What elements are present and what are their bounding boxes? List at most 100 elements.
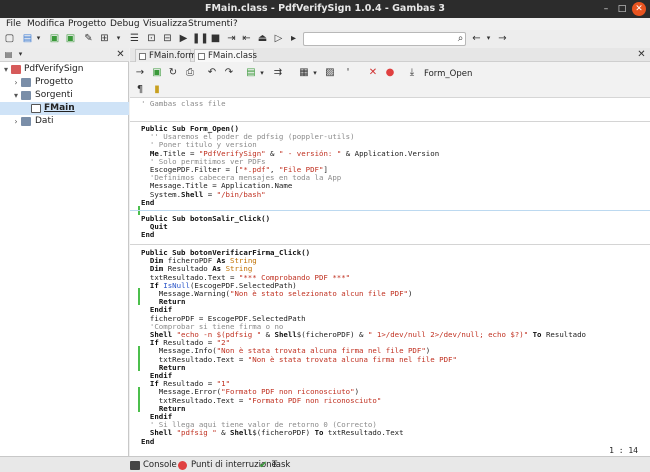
code-line: Quit [149, 222, 168, 232]
tree-item-label: Progetto [35, 77, 74, 87]
code-line: Public Sub botonSalir_Click() [141, 214, 271, 223]
search-input[interactable] [303, 32, 466, 46]
tree-item-progetto[interactable]: › Progetto [0, 76, 129, 89]
dropdown-icon[interactable]: ▾ [14, 48, 27, 61]
form-open-label[interactable]: Form_Open [424, 68, 472, 80]
step-icon[interactable]: ⇥ [225, 32, 238, 45]
chevron-right-icon[interactable]: › [12, 76, 20, 89]
task-tab[interactable]: ✔ Task [259, 460, 290, 471]
dropdown-icon[interactable]: ▾ [32, 32, 45, 45]
code-line: ' Gambas class file [141, 99, 226, 108]
chevron-down-icon[interactable]: ▾ [12, 89, 20, 102]
current-line-highlight [130, 210, 650, 211]
console-tab[interactable]: Console [130, 460, 177, 471]
code-line: End [141, 197, 155, 207]
step-forward-icon[interactable]: ▸ [287, 32, 300, 45]
console-label: Console [143, 460, 177, 470]
stop-icon[interactable]: ■ [209, 32, 222, 45]
step-into-icon[interactable]: ⇤ [240, 32, 253, 45]
menu-help[interactable]: ? [233, 18, 238, 30]
code-line: Shell "pdfsig " & Shell$(ficheroPDF) To … [149, 428, 404, 438]
code-line: Return [158, 403, 186, 413]
save-all-icon[interactable]: ▣ [64, 32, 77, 45]
task-label: Task [272, 460, 291, 470]
properties-icon[interactable]: ☰ [128, 32, 141, 45]
code-line: Message.Warning("Non è stato selezionato… [141, 289, 413, 298]
indent-icon[interactable]: ⇉ [272, 67, 284, 79]
code-line: Return [158, 362, 186, 372]
compile-icon[interactable]: ⊞ [98, 32, 111, 45]
close-tab-icon[interactable]: ✕ [635, 48, 648, 61]
breakpoint-icon[interactable]: ● [384, 67, 396, 79]
procedure-separator [130, 244, 650, 245]
dropdown-icon[interactable]: ▾ [112, 32, 125, 45]
search-icon[interactable]: ⌕ [454, 32, 467, 45]
maximize-icon[interactable]: □ [615, 2, 629, 16]
code-line: txtResultado.Text = "Non è stata trovata… [141, 354, 457, 364]
print-icon[interactable]: ⎙ [184, 67, 196, 79]
modified-line-marker [138, 346, 140, 371]
tab-fmain-form[interactable]: FMain.form [135, 49, 197, 62]
console-icon [130, 461, 140, 470]
pause-icon[interactable]: ❚❚ [192, 32, 209, 45]
project-panel-header: ▤ ▾ ✕ [0, 48, 129, 62]
chevron-right-icon[interactable]: › [12, 115, 20, 128]
cursor-position: 1 : 14 [609, 446, 638, 455]
class-icon [198, 53, 205, 60]
close-panel-icon[interactable]: ✕ [114, 48, 127, 61]
new-file-icon[interactable]: ▢ [3, 32, 16, 45]
modified-line-marker [138, 288, 140, 305]
tree-item-root[interactable]: ▾ PdfVerifySign [0, 63, 129, 76]
breakpoint-icon [178, 461, 187, 470]
color-icon[interactable]: ▨ [324, 67, 336, 79]
run-icon[interactable]: ▶ [177, 32, 190, 45]
tree-item-label: Dati [35, 116, 54, 126]
close-icon[interactable]: ✕ [632, 2, 646, 16]
tree-item-label: PdfVerifySign [24, 64, 84, 74]
reload-icon[interactable]: ↻ [167, 67, 179, 79]
menu-bar: File Modifica Progetto Debug Visualizza … [0, 18, 650, 30]
code-line: End [141, 230, 155, 240]
redo-icon[interactable]: ↷ [223, 67, 235, 79]
menu-file[interactable]: File [6, 18, 21, 30]
goto-event-icon[interactable]: ⤓ [406, 67, 418, 79]
tree-item-dati[interactable]: › Dati [0, 115, 129, 128]
code-line: System.Shell = "/bin/bash" [141, 189, 266, 199]
menu-strumenti[interactable]: Strumenti [188, 18, 233, 30]
menu-visualizza[interactable]: Visualizza [143, 18, 187, 30]
arrow-right-icon[interactable]: → [134, 67, 146, 79]
undo-icon[interactable]: ↶ [206, 67, 218, 79]
dropdown-icon[interactable]: ▾ [256, 67, 268, 79]
checkmark-icon: ✔ [259, 460, 268, 471]
procedure-separator [130, 121, 650, 122]
forward-arrow-icon[interactable]: → [496, 32, 509, 45]
compile-all-icon[interactable]: ⊡ [145, 32, 158, 45]
editor-toolbar: → ▣ ↻ ⎙ ↶ ↷ ▤ ▾ ⇉ ▦ ▾ ▨ ' ✕ ● ⤓ Form_Ope… [130, 62, 650, 98]
dropdown-icon[interactable]: ▾ [482, 32, 495, 45]
code-line: End [141, 436, 155, 446]
edit-icon[interactable]: ✎ [82, 32, 95, 45]
tree-item-sorgenti[interactable]: ▾ Sorgenti [0, 89, 129, 102]
lock-icon[interactable]: ▮ [151, 84, 163, 96]
make-icon[interactable]: ⊟ [161, 32, 174, 45]
menu-debug[interactable]: Debug [110, 18, 140, 30]
forward-icon[interactable]: ▷ [272, 32, 285, 45]
save-icon[interactable]: ▣ [48, 32, 61, 45]
dropdown-icon[interactable]: ▾ [309, 67, 321, 79]
tree-item-fmain[interactable]: FMain [0, 102, 129, 115]
chevron-down-icon[interactable]: ▾ [2, 63, 10, 76]
menu-progetto[interactable]: Progetto [68, 18, 106, 30]
tree-item-label: FMain [44, 103, 75, 113]
code-editor[interactable]: ' Gambas class file Public Sub Form_Open… [130, 98, 650, 456]
pilcrow-icon[interactable]: ¶ [134, 84, 146, 96]
menu-modifica[interactable]: Modifica [27, 18, 65, 30]
eject-icon[interactable]: ⏏ [256, 32, 269, 45]
uncomment-icon[interactable]: ✕ [367, 67, 379, 79]
minimize-icon[interactable]: – [599, 2, 613, 16]
comment-icon[interactable]: ' [342, 67, 354, 79]
tab-fmain-class[interactable]: FMain.class [194, 49, 257, 62]
status-bar: Console Punti di interruzione ✔ Task [0, 456, 650, 472]
save-icon[interactable]: ▣ [151, 67, 163, 79]
window-title: FMain.class - PdfVerifySign 1.0.4 - Gamb… [204, 3, 446, 14]
tab-label: FMain.form [149, 51, 197, 61]
